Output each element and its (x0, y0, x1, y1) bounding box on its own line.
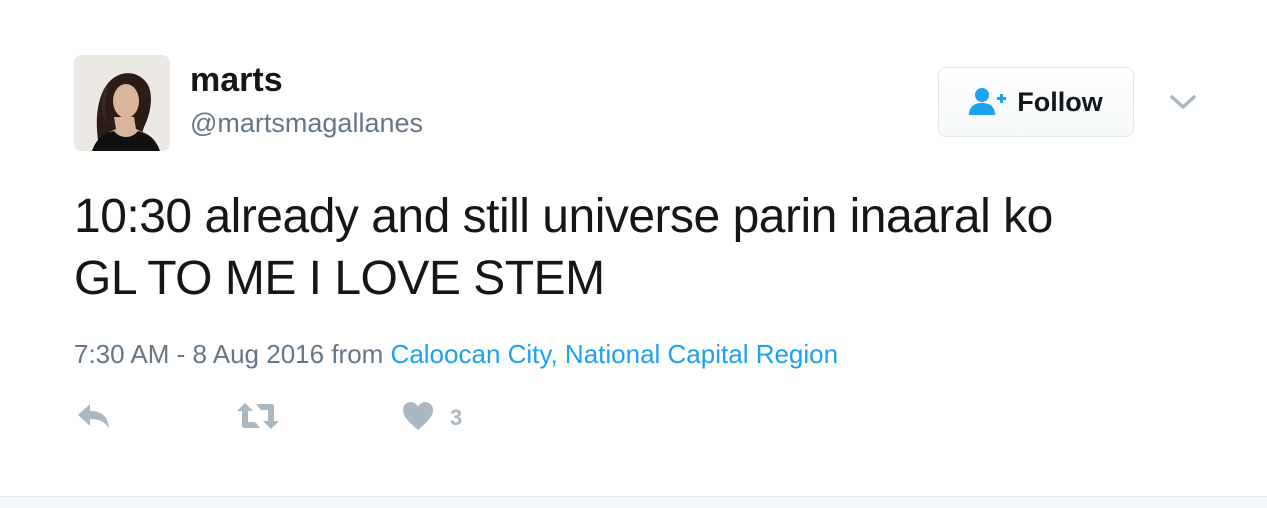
location-link[interactable]: Caloocan City, National Capital Region (391, 339, 839, 369)
follow-label: Follow (1017, 86, 1103, 117)
timestamp[interactable]: 7:30 AM - 8 Aug 2016 (74, 339, 324, 369)
retweet-icon (236, 401, 280, 436)
retweet-button[interactable] (236, 398, 280, 438)
chevron-down-icon[interactable] (1166, 88, 1200, 116)
avatar[interactable] (74, 55, 170, 151)
like-count: 3 (450, 405, 463, 430)
add-user-icon (969, 87, 1007, 117)
tweet-text-line-1: 10:30 already and still universe parin i… (74, 190, 1053, 243)
tweet-text: 10:30 already and still universe parin i… (74, 186, 1224, 310)
follow-button[interactable]: Follow (938, 67, 1134, 137)
user-handle[interactable]: @martsmagallanes (190, 106, 423, 140)
profile-photo-icon (74, 55, 170, 151)
display-name[interactable]: marts (190, 60, 283, 100)
reply-button[interactable] (76, 398, 112, 438)
divider (0, 496, 1267, 508)
tweet-card: marts @martsmagallanes Follow 10:30 alre… (0, 0, 1267, 508)
tweet-text-line-2: GL TO ME I LOVE STEM (74, 252, 605, 305)
tweet-meta: 7:30 AM - 8 Aug 2016 from Caloocan City,… (74, 338, 838, 370)
reply-icon (76, 401, 112, 436)
from-label: from (331, 339, 384, 369)
like-button[interactable]: 3 (402, 398, 462, 438)
heart-icon (402, 401, 434, 436)
